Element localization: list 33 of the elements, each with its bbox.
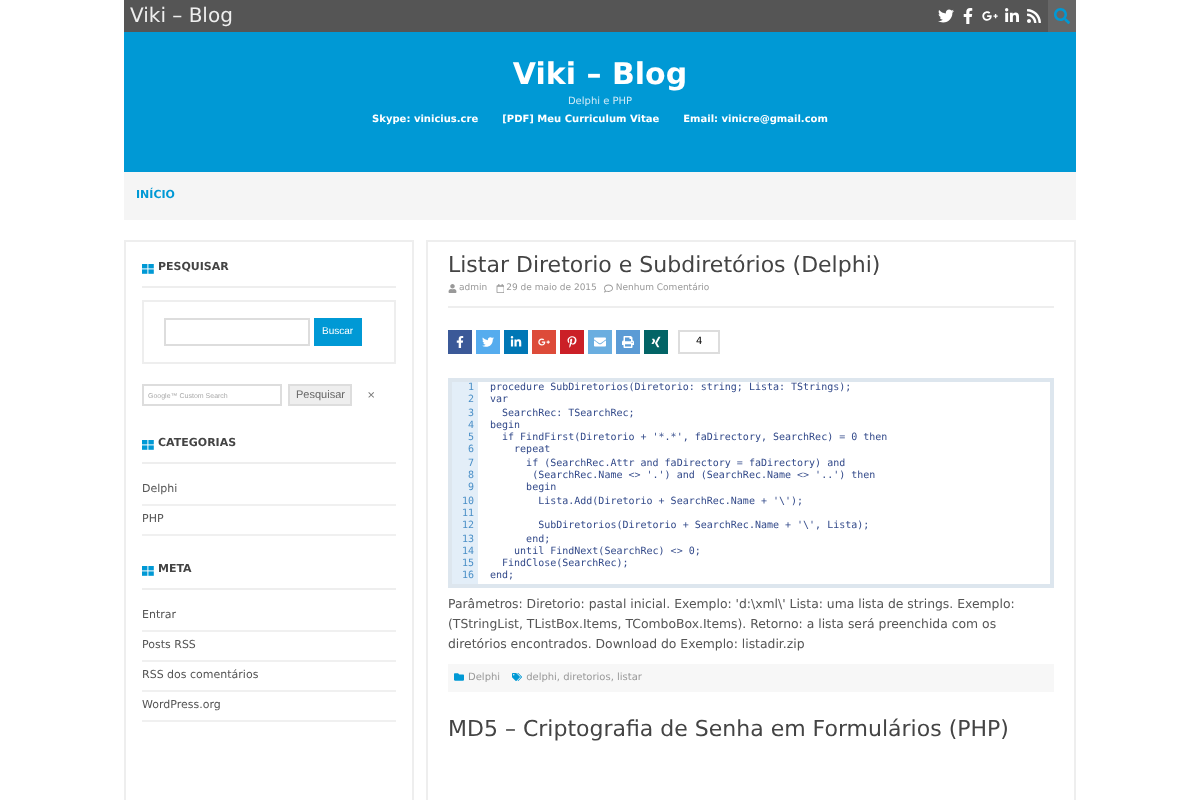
search-field[interactable] <box>164 318 310 346</box>
facebook-icon[interactable] <box>960 8 976 24</box>
share-button[interactable] <box>532 330 556 354</box>
post-title[interactable]: MD5 – Criptografia de Senha em Formulários (PHP) <box>448 715 1054 742</box>
twitter-icon <box>482 336 494 348</box>
facebook-icon <box>454 336 466 348</box>
share-button[interactable] <box>448 330 472 354</box>
site-title[interactable]: Viki – Blog <box>130 5 233 27</box>
share-button[interactable] <box>644 330 668 354</box>
folder-icon <box>454 672 464 683</box>
share-button[interactable] <box>616 330 640 354</box>
comment-icon <box>604 284 614 294</box>
share-button[interactable] <box>560 330 584 354</box>
user-icon <box>448 284 457 294</box>
print-icon <box>622 336 634 348</box>
twitter-icon[interactable] <box>938 8 954 24</box>
grid-icon <box>142 439 154 449</box>
grid-icon <box>142 565 154 575</box>
pinterest-icon <box>566 336 578 348</box>
email-icon <box>594 336 606 348</box>
share-button[interactable] <box>504 330 528 354</box>
linkedin-icon <box>510 336 522 348</box>
google-plus-icon[interactable] <box>982 8 998 24</box>
linkedin-icon[interactable] <box>1004 8 1020 24</box>
calendar-icon <box>495 284 505 294</box>
xing-icon <box>650 336 662 348</box>
post-title[interactable]: Listar Diretorio e Subdiretórios (Delphi) <box>448 252 1054 278</box>
tags-icon <box>512 672 523 683</box>
blog-title[interactable]: Viki – Blog <box>512 56 688 92</box>
search-icon <box>1054 8 1070 24</box>
rss-icon[interactable] <box>1026 8 1042 24</box>
google-icon <box>538 336 550 348</box>
grid-icon <box>142 263 154 273</box>
